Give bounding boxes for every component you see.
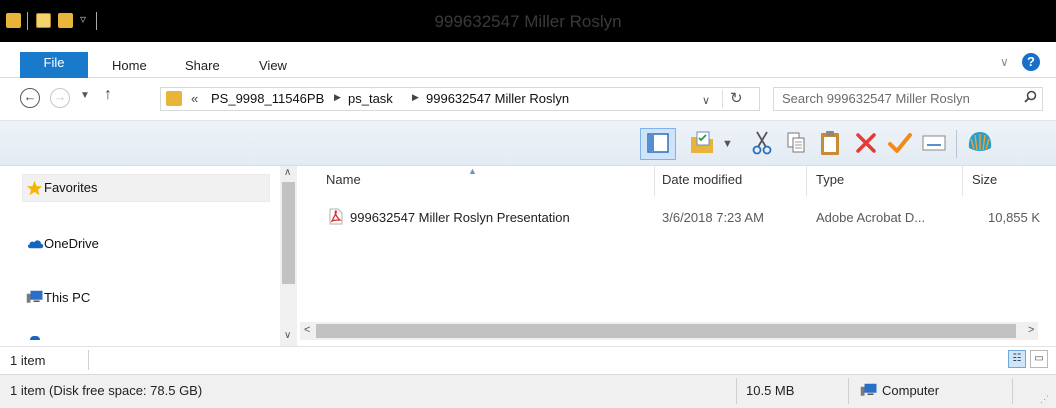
item-status-bar (0, 346, 1056, 374)
clipboard-icon (818, 129, 842, 160)
back-arrow-icon[interactable]: ← (20, 88, 40, 108)
properties-icon (689, 130, 715, 159)
large-icons-view-icon: ▭ (1034, 353, 1044, 364)
select-icon (921, 133, 947, 156)
delete-x-icon (854, 131, 878, 158)
horizontal-scroll-thumb[interactable] (316, 324, 1016, 338)
tab-home[interactable]: Home (112, 58, 147, 73)
status-divider (1012, 378, 1013, 404)
selection-size: 10.5 MB (746, 383, 795, 398)
address-divider (722, 90, 723, 108)
sort-ascending-icon: ▲ (468, 166, 477, 176)
properties-button[interactable] (684, 128, 720, 160)
nav-scroll-thumb[interactable] (282, 182, 295, 284)
column-separator (654, 166, 655, 196)
file-type: Adobe Acrobat D... (816, 210, 926, 225)
ribbon-tab-bar (0, 42, 1056, 78)
breadcrumb-overflow[interactable]: « (191, 91, 198, 106)
preview-pane-icon (646, 131, 670, 158)
cut-button[interactable] (744, 128, 780, 160)
rename-button[interactable] (882, 128, 918, 160)
computer-icon (860, 383, 878, 398)
network-icon (30, 336, 40, 340)
pdf-icon (328, 208, 344, 225)
copy-icon (785, 131, 807, 158)
file-name: 999632547 Miller Roslyn Presentation (350, 210, 570, 225)
scroll-up-icon[interactable]: ∧ (284, 167, 291, 178)
window-title: 999632547 Miller Roslyn (434, 12, 622, 31)
status-divider (848, 378, 849, 404)
copy-button[interactable] (778, 128, 814, 160)
status-divider (88, 350, 89, 370)
scroll-right-icon[interactable]: > (1028, 324, 1034, 336)
scissors-icon (751, 130, 773, 159)
delete-button[interactable] (848, 128, 884, 160)
breadcrumb-current-folder[interactable]: 999632547 Miller Roslyn (426, 91, 569, 106)
search-placeholder: Search 999632547 Miller Roslyn (782, 91, 970, 106)
nav-item-onedrive[interactable]: OneDrive (44, 236, 99, 251)
search-icon[interactable] (1024, 90, 1037, 103)
column-separator (962, 166, 963, 196)
up-arrow-icon[interactable]: ↑ (104, 86, 112, 104)
column-header-type[interactable]: Type (816, 172, 844, 187)
help-icon[interactable]: ? (1022, 53, 1040, 71)
address-dropdown-icon[interactable]: ∨ (702, 94, 710, 107)
checkmark-icon (887, 131, 913, 158)
location-label: Computer (882, 383, 940, 398)
breadcrumb-chevron-icon[interactable]: ▶ (334, 92, 341, 103)
tab-file[interactable]: File (20, 52, 88, 78)
scroll-left-icon[interactable]: < (304, 324, 310, 336)
large-icons-view-button[interactable]: ▭ (1030, 350, 1048, 368)
forward-arrow-icon[interactable]: → (50, 88, 70, 108)
ribbon-expand-chevron-icon[interactable]: ∨ (1000, 55, 1009, 69)
paste-button[interactable] (812, 128, 848, 160)
nav-item-this-pc[interactable]: This PC (44, 290, 90, 305)
computer-icon (26, 290, 43, 304)
recent-locations-chevron-icon[interactable]: ▼ (80, 90, 90, 101)
cloud-icon (26, 237, 44, 251)
star-icon (26, 180, 43, 196)
file-date-modified: 3/6/2018 7:23 AM (662, 210, 764, 225)
status-divider (736, 378, 737, 404)
tab-share[interactable]: Share (185, 58, 220, 73)
resize-grip-icon[interactable]: ⋰ (1040, 394, 1049, 405)
breadcrumb-chevron-icon[interactable]: ▶ (412, 92, 419, 103)
column-separator (806, 166, 807, 196)
shell-icon (966, 130, 994, 159)
scroll-corner (1040, 322, 1056, 340)
folder-icon (166, 91, 182, 106)
details-view-button[interactable]: ☷ (1008, 350, 1026, 368)
scroll-down-icon[interactable]: ∨ (284, 330, 291, 341)
column-header-size[interactable]: Size (972, 172, 997, 187)
details-view-icon: ☷ (1012, 353, 1022, 364)
column-header-date-modified[interactable]: Date modified (662, 172, 742, 187)
breadcrumb-ps-task[interactable]: ps_task (348, 91, 393, 106)
properties-dropdown-icon[interactable]: ▼ (722, 138, 733, 150)
column-header-name[interactable]: Name (326, 172, 361, 187)
select-button[interactable] (916, 128, 952, 160)
tab-view[interactable]: View (259, 58, 287, 73)
breadcrumb-ps-9998[interactable]: PS_9998_11546PB (211, 91, 324, 106)
file-size: 10,855 K (988, 210, 1041, 225)
shell-button[interactable] (962, 128, 998, 160)
nav-item-favorites[interactable]: Favorites (44, 180, 97, 195)
disk-free-space: 1 item (Disk free space: 78.5 GB) (10, 383, 203, 398)
preview-pane-button[interactable] (640, 128, 676, 160)
toolbar-divider (956, 130, 957, 158)
item-count: 1 item (10, 353, 46, 368)
refresh-icon[interactable]: ↻ (730, 89, 743, 107)
